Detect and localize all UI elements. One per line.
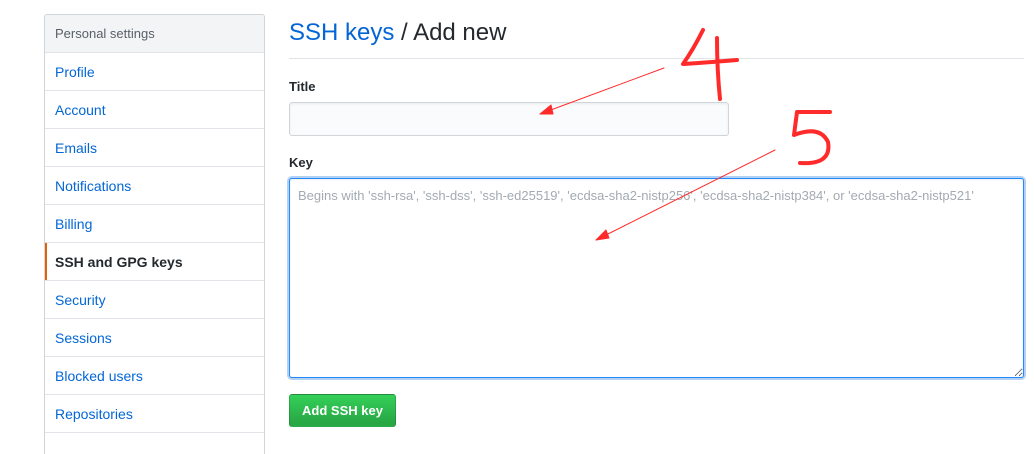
sidebar-item-security[interactable]: Security <box>45 281 264 319</box>
sidebar-item-account[interactable]: Account <box>45 91 264 129</box>
sidebar-item-profile[interactable]: Profile <box>45 53 264 91</box>
sidebar-item-blocked-users[interactable]: Blocked users <box>45 357 264 395</box>
key-label: Key <box>289 155 313 170</box>
settings-sidebar: Personal settings Profile Account Emails… <box>44 14 265 454</box>
title-label: Title <box>289 79 316 94</box>
main-content: SSH keys / Add new Title Key Add SSH key <box>289 14 1024 427</box>
breadcrumb-separator: / <box>401 19 408 46</box>
page-title: SSH keys / Add new <box>289 14 1024 59</box>
sidebar-header: Personal settings <box>45 15 264 53</box>
breadcrumb-current: Add new <box>413 19 507 46</box>
title-input[interactable] <box>289 102 729 136</box>
key-textarea[interactable] <box>289 178 1024 378</box>
handwritten-5-glyph <box>792 110 832 166</box>
sidebar-item-notifications[interactable]: Notifications <box>45 167 264 205</box>
sidebar-item-emails[interactable]: Emails <box>45 129 264 167</box>
add-ssh-key-button[interactable]: Add SSH key <box>289 394 396 427</box>
sidebar-item-sessions[interactable]: Sessions <box>45 319 264 357</box>
sidebar-item-repositories[interactable]: Repositories <box>45 395 264 433</box>
breadcrumb-ssh-keys-link[interactable]: SSH keys <box>289 19 394 46</box>
sidebar-item-billing[interactable]: Billing <box>45 205 264 243</box>
sidebar-item-ssh-gpg-keys[interactable]: SSH and GPG keys <box>45 243 264 281</box>
